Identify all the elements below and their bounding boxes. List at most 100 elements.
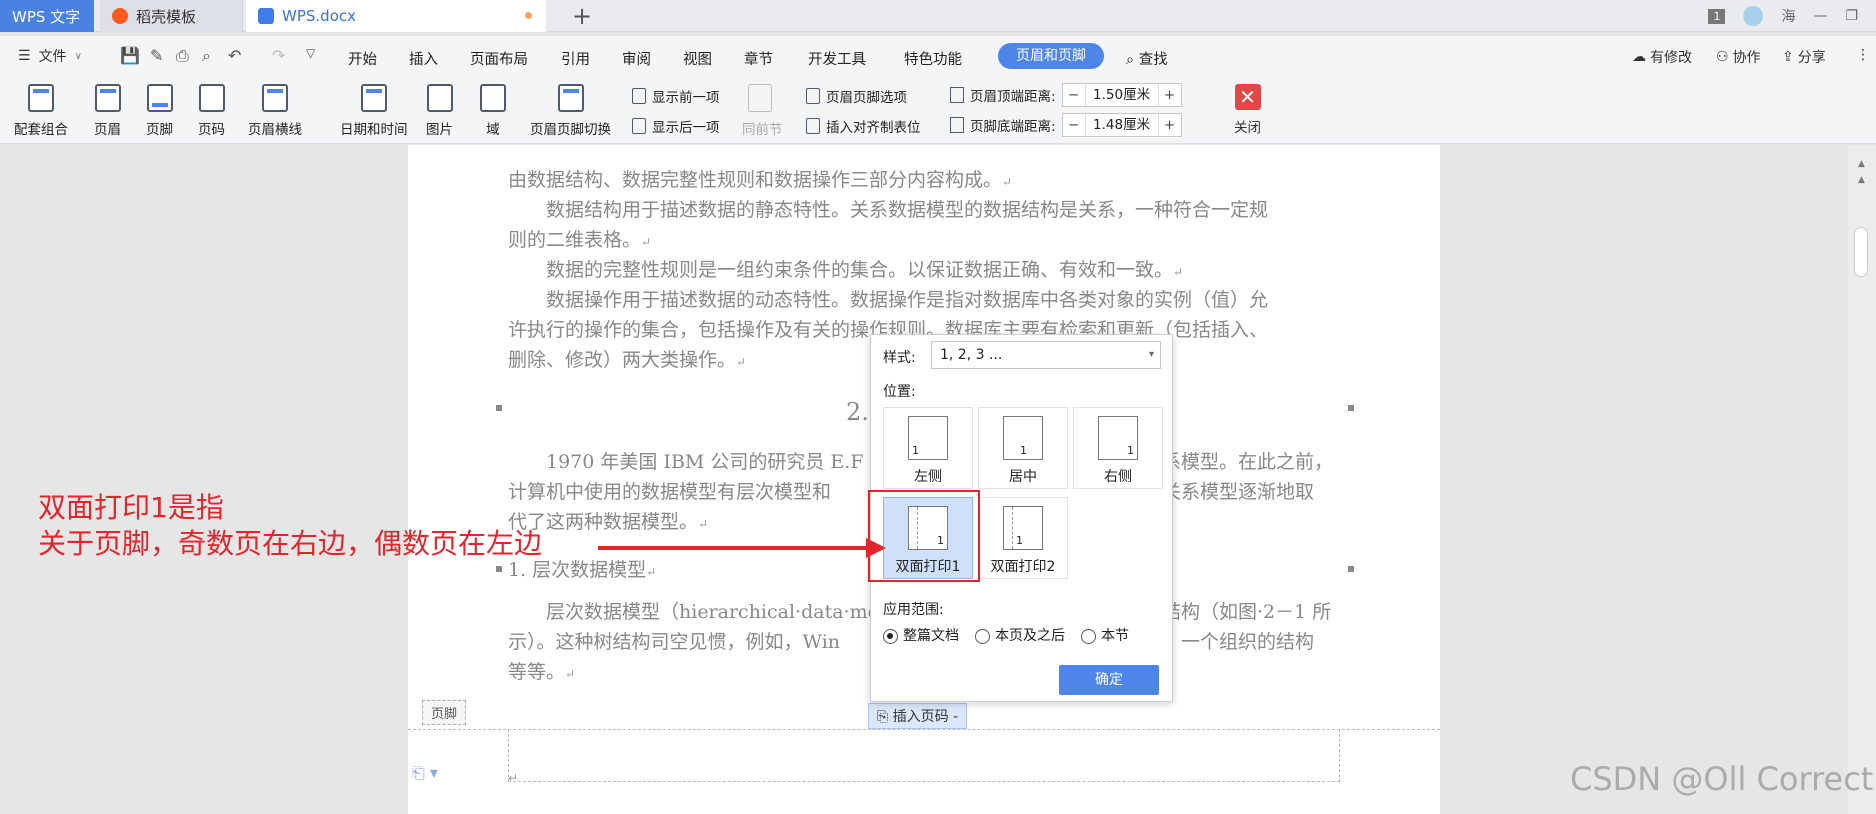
menu-header-footer[interactable]: 页眉和页脚 (998, 43, 1104, 69)
field-button[interactable]: 域 (480, 84, 506, 138)
print-preview-icon[interactable]: ⌕ (202, 46, 211, 66)
footer-icon (146, 84, 173, 112)
window-controls: 1 海 — ❐ (1708, 0, 1876, 32)
menu-section[interactable]: 章节 (744, 48, 773, 69)
tab-document[interactable]: WPS.docx (246, 0, 546, 32)
header-line-button[interactable]: 页眉横线 (248, 84, 302, 138)
print-icon[interactable]: ⎙ (176, 46, 189, 66)
avatar[interactable] (1743, 6, 1764, 26)
position-duplex-2[interactable]: 1 双面打印2 (978, 497, 1068, 579)
paragraph-mark: ↵ (508, 771, 519, 785)
link-to-previous-icon (748, 84, 772, 112)
hf-options-button[interactable]: 页眉页脚选项 (806, 86, 907, 106)
scroll-up-icon[interactable]: ▲ (1858, 175, 1865, 185)
header-top-stepper[interactable]: − 1.50厘米 + (1061, 83, 1182, 107)
footer-bottom-stepper[interactable]: − 1.48厘米 + (1061, 113, 1182, 137)
scope-this-section[interactable]: 本节 (1081, 625, 1129, 645)
menu-insert[interactable]: 插入 (409, 48, 438, 69)
menu-start[interactable]: 开始 (348, 48, 377, 69)
scope-this-page-after[interactable]: 本页及之后 (975, 625, 1065, 645)
search-icon: ⌕ (1126, 52, 1135, 68)
paragraph: 计算机中使用的数据模型有层次模型和 (508, 477, 868, 507)
paragraph-text: 、一个组织的结构 (1162, 631, 1315, 653)
customize-quick-access-icon[interactable]: ▽ (306, 46, 315, 60)
decrement-button[interactable]: − (1063, 87, 1085, 103)
radio-selected[interactable] (883, 628, 898, 644)
footer-edit-area[interactable] (508, 729, 1340, 782)
header-top-distance: 页眉顶端距离: − 1.50厘米 + (950, 83, 1182, 107)
insert-page-number-button[interactable]: ⎘ 插入页码 - (868, 703, 968, 729)
more-icon[interactable]: ⋮ (1856, 47, 1870, 63)
position-left[interactable]: 1 左侧 (883, 407, 973, 489)
close-header-footer-button[interactable]: ✕ 关闭 (1234, 84, 1261, 136)
paste-options-icon[interactable]: ⎗ ▾ (412, 763, 438, 783)
save-icon[interactable]: 💾 (120, 46, 140, 65)
menu-developer[interactable]: 开发工具 (808, 48, 866, 69)
minimize-button[interactable]: — (1813, 8, 1827, 24)
datetime-button[interactable]: 日期和时间 (340, 84, 408, 138)
scroll-up-icon[interactable]: ▲ (1858, 159, 1865, 169)
same-as-previous-button[interactable]: 同前节 (742, 118, 783, 138)
style-select[interactable]: 1, 2, 3 ... ▾ (931, 341, 1161, 369)
file-menu[interactable]: ☰ 文件 ∨ (18, 46, 82, 66)
paragraph-mark: ↵ (565, 667, 576, 681)
footer-button[interactable]: 页脚 (146, 84, 173, 138)
peitao-icon (28, 84, 54, 112)
restore-button[interactable]: ❐ (1845, 8, 1858, 24)
scope-whole-document[interactable]: 整篇文档 (883, 625, 959, 645)
scrollbar-thumb[interactable] (1854, 227, 1868, 277)
menu-review[interactable]: 审阅 (622, 48, 651, 69)
collaborate-button[interactable]: ⚇ 协作 (1716, 47, 1761, 67)
peitao-button[interactable]: 配套组合 (14, 84, 68, 138)
insert-align-tab-button[interactable]: 插入对齐制表位 (806, 116, 921, 136)
window-count-badge[interactable]: 1 (1708, 8, 1726, 24)
redo-icon[interactable]: ↷ (272, 46, 285, 65)
field-label: 域 (486, 122, 500, 138)
menu-page-layout[interactable]: 页面布局 (470, 48, 528, 69)
header-top-value[interactable]: 1.50厘米 (1084, 84, 1159, 106)
position-right[interactable]: 1 右侧 (1073, 407, 1163, 489)
annotation-line: 双面打印1是指 (38, 491, 224, 524)
search-button[interactable]: ⌕ 查找 (1126, 48, 1168, 69)
show-prev-button[interactable]: 显示前一项 (632, 86, 720, 106)
menu-features[interactable]: 特色功能 (904, 48, 962, 69)
radio-unselected[interactable] (1081, 628, 1096, 644)
menu-references[interactable]: 引用 (561, 48, 590, 69)
format-painter-icon[interactable]: ✎ (150, 46, 163, 65)
show-prev-label: 显示前一项 (652, 90, 720, 106)
radio-unselected[interactable] (975, 628, 990, 644)
subheading: 1. 层次数据模型↵ (508, 555, 808, 587)
show-next-button[interactable]: 显示后一项 (632, 116, 720, 136)
footer-bottom-value[interactable]: 1.48厘米 (1084, 114, 1159, 136)
increment-button[interactable]: + (1159, 117, 1181, 133)
switch-icon (557, 84, 584, 112)
paragraph: 数据操作用于描述数据的动态特性。数据操作是指对数据库中各类对象的实例（值）允 (508, 285, 1350, 315)
picture-button[interactable]: 图片 (426, 84, 453, 138)
page-number-button[interactable]: 页码 (198, 84, 225, 138)
datetime-label: 日期和时间 (340, 122, 408, 138)
increment-button[interactable]: + (1159, 87, 1181, 103)
close-icon: ✕ (1234, 84, 1261, 110)
search-label: 查找 (1138, 52, 1168, 68)
header-button[interactable]: 页眉 (94, 84, 121, 138)
revisions-button[interactable]: ☁ 有修改 (1632, 47, 1692, 67)
tab-label: WPS.docx (282, 7, 356, 25)
tab-wps-writer[interactable]: WPS 文字 (0, 0, 94, 32)
new-tab-button[interactable]: + (572, 2, 592, 30)
decrement-button[interactable]: − (1063, 117, 1085, 133)
share-button[interactable]: ⇪ 分享 (1782, 47, 1826, 67)
switch-header-footer-button[interactable]: 页眉页脚切换 (530, 84, 611, 138)
menu-view[interactable]: 视图 (683, 48, 712, 69)
tab-daoke-templates[interactable]: 稻壳模板 (100, 0, 243, 32)
cloud-icon: ☁ (1632, 49, 1646, 65)
paragraph: 层次数据模型（hierarchical·data·moc (508, 597, 908, 627)
position-center[interactable]: 1 居中 (978, 407, 1068, 489)
vertical-scrollbar[interactable]: ▲ ▲ (1848, 145, 1876, 814)
scope-option-label: 本页及之后 (995, 628, 1065, 644)
scope-radio-group: 整篇文档 本页及之后 本节 (883, 625, 1129, 645)
show-next-icon (632, 118, 646, 134)
section-marker (496, 566, 502, 572)
undo-icon[interactable]: ↶ (228, 46, 241, 65)
ok-button[interactable]: 确定 (1059, 665, 1159, 695)
footer-distance-icon (950, 117, 964, 133)
